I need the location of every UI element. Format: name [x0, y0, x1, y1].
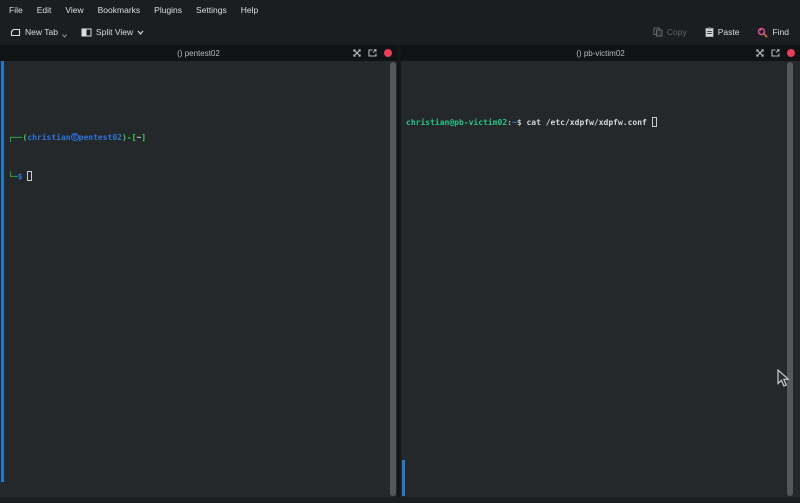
close-split-button[interactable]	[384, 49, 392, 57]
scroll-position-indicator	[1, 61, 4, 482]
kali-symbol-icon: @	[71, 133, 79, 141]
new-tab-label: New Tab	[25, 27, 58, 37]
menu-edit[interactable]: Edit	[30, 5, 59, 15]
split-view-label: Split View	[96, 27, 133, 37]
scroll-position-indicator	[402, 460, 405, 496]
terminal-screen-pb-victim02[interactable]: christian@pb-victim02:~$ cat /etc/xdpfw/…	[401, 61, 800, 497]
paste-button[interactable]: Paste	[700, 24, 745, 40]
prompt-line-1: ┌──(christian@pentest02)-[~]	[8, 131, 397, 144]
terminal-screen-pentest02[interactable]: ┌──(christian@pentest02)-[~] └─$	[0, 61, 397, 497]
split-view-caret-icon	[137, 30, 144, 35]
prompt-kali: ┌──(christian@pentest02)-[~] └─$	[0, 100, 397, 209]
paste-label: Paste	[718, 27, 740, 37]
toolbar: New Tab Split View	[0, 20, 800, 44]
detach-split-icon[interactable]	[368, 44, 377, 62]
scrollbar-left-pane[interactable]	[390, 62, 396, 496]
find-label: Find	[772, 27, 789, 37]
menu-bookmarks[interactable]: Bookmarks	[91, 5, 148, 15]
new-tab-menu-caret-icon	[62, 34, 67, 38]
menu-settings[interactable]: Settings	[189, 5, 234, 15]
split-view-button[interactable]: Split View	[76, 24, 149, 40]
command-line: christian@pb-victim02:~$ cat /etc/xdpfw/…	[406, 116, 800, 129]
mouse-cursor-icon	[777, 369, 790, 393]
close-split-button[interactable]	[787, 49, 795, 57]
prompt-victim: christian@pb-victim02:~$ cat /etc/xdpfw/…	[401, 87, 800, 155]
pane-title-pentest02: () pentest02	[0, 49, 397, 58]
find-button[interactable]: Find	[752, 24, 794, 41]
maximize-split-icon[interactable]	[756, 44, 764, 62]
terminal-pane-pb-victim02: () pb-victim02	[401, 45, 800, 497]
split-view-icon	[81, 28, 92, 37]
menu-view[interactable]: View	[58, 5, 90, 15]
menu-plugins[interactable]: Plugins	[147, 5, 189, 15]
terminal-cursor	[652, 117, 657, 127]
terminal-cursor	[27, 171, 32, 181]
new-tab-icon	[10, 28, 21, 37]
pane-header-pb-victim02[interactable]: () pb-victim02	[401, 45, 800, 61]
pane-title-pb-victim02: () pb-victim02	[401, 49, 800, 58]
maximize-split-icon[interactable]	[353, 44, 361, 62]
copy-icon	[653, 27, 663, 37]
scrollbar-right-pane[interactable]	[787, 62, 793, 496]
konsole-window: File Edit View Bookmarks Plugins Setting…	[0, 0, 800, 503]
menu-file[interactable]: File	[2, 5, 30, 15]
copy-button[interactable]: Copy	[648, 24, 692, 40]
menu-bar: File Edit View Bookmarks Plugins Setting…	[0, 0, 800, 20]
paste-icon	[705, 27, 714, 37]
split-view-area: () pentest02	[0, 45, 800, 497]
new-tab-button[interactable]: New Tab	[5, 24, 72, 41]
find-icon	[757, 27, 768, 38]
copy-label: Copy	[667, 27, 687, 37]
prompt-line-2: └─$	[8, 170, 397, 183]
detach-split-icon[interactable]	[771, 44, 780, 62]
pane-header-pentest02[interactable]: () pentest02	[0, 45, 397, 61]
menu-help[interactable]: Help	[234, 5, 265, 15]
terminal-pane-pentest02: () pentest02	[0, 45, 397, 497]
